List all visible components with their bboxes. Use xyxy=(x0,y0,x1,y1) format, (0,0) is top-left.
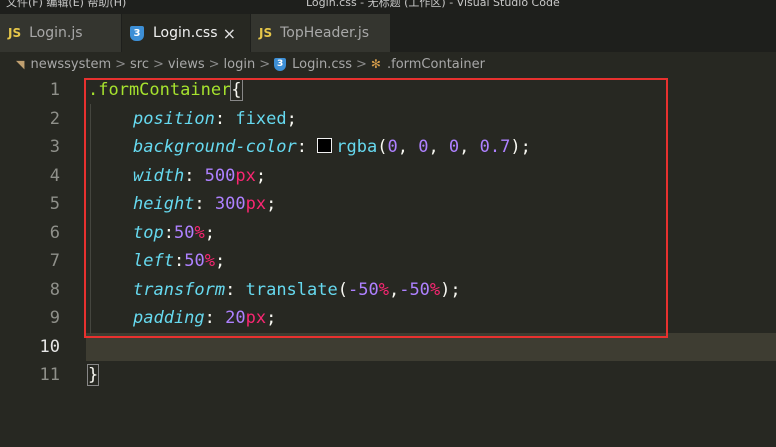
tab-topheader-js[interactable]: JS TopHeader.js xyxy=(251,14,390,52)
breadcrumb-separator: > xyxy=(356,56,367,72)
line-number: 3 xyxy=(49,137,60,157)
line-number: 6 xyxy=(49,222,60,243)
line-number: 5 xyxy=(49,194,60,214)
breadcrumb-item[interactable]: views xyxy=(168,57,205,72)
line-number: 9 xyxy=(49,308,60,328)
breadcrumb-separator: > xyxy=(259,56,271,72)
line-number: 1 xyxy=(49,80,60,100)
line-number: 7 xyxy=(49,251,60,271)
tab-login-css[interactable]: 3 Login.css × xyxy=(122,14,250,52)
breadcrumb-separator: > xyxy=(153,56,164,72)
breadcrumb-item[interactable]: login xyxy=(224,57,256,72)
title-bar: 文件(F) 编辑(E) 帮助(H) Login.css - 无标题 (工作区) … xyxy=(0,0,776,14)
breadcrumb-item[interactable]: Login.css xyxy=(292,57,352,72)
javascript-file-icon: JS xyxy=(8,26,22,40)
tab-label: TopHeader.js xyxy=(280,25,370,41)
line-number: 11 xyxy=(39,365,60,385)
window-title: Login.css - 无标题 (工作区) - Visual Studio Co… xyxy=(306,0,560,9)
code-line-11[interactable]: } xyxy=(86,361,100,389)
css-file-icon: 3 xyxy=(130,25,144,41)
matched-brace: } xyxy=(86,364,100,386)
css-selector-symbol-icon: ✻ xyxy=(370,57,381,71)
line-number-active: 10 xyxy=(39,336,60,357)
annotation-highlight-box xyxy=(84,78,668,338)
breadcrumb-separator: > xyxy=(208,56,220,72)
folder-icon: ◥ xyxy=(16,57,25,71)
line-number: 8 xyxy=(49,279,60,300)
breadcrumb-item[interactable]: newssystem xyxy=(30,57,111,72)
close-icon[interactable]: × xyxy=(223,24,236,43)
tab-login-js[interactable]: JS Login.js xyxy=(0,14,121,52)
breadcrumb-separator: > xyxy=(115,56,127,72)
breadcrumb-item[interactable]: .formContainer xyxy=(387,57,485,72)
menu-bar[interactable]: 文件(F) 编辑(E) 帮助(H) xyxy=(6,0,126,10)
javascript-file-icon: JS xyxy=(259,26,273,40)
line-number: 2 xyxy=(49,108,60,129)
line-number: 4 xyxy=(49,165,60,186)
tab-label: Login.js xyxy=(29,25,83,41)
editor-tab-bar: JS Login.js 3 Login.css × JS TopHeader.j… xyxy=(0,14,776,52)
breadcrumb: ◥ newssystem > src > views > login > 3 L… xyxy=(0,52,776,76)
breadcrumb-item[interactable]: src xyxy=(130,57,149,72)
css-file-icon: 3 xyxy=(274,57,287,71)
tab-label: Login.css xyxy=(153,25,218,41)
